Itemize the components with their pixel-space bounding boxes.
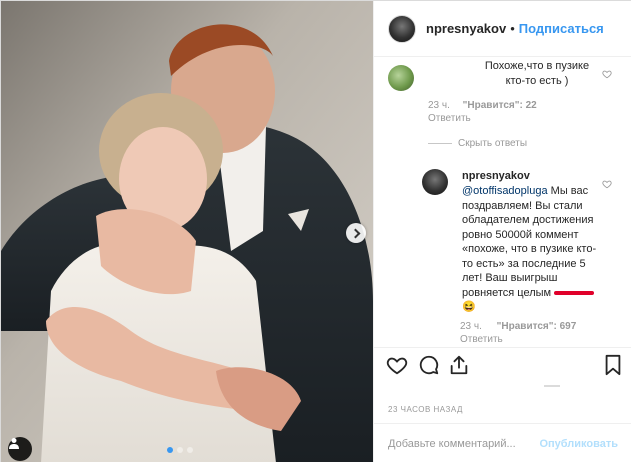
carousel-next-button[interactable] xyxy=(346,223,366,243)
tag-user-icon xyxy=(9,438,19,449)
reply-time: 23 ч. xyxy=(460,321,482,332)
carousel-dots xyxy=(167,447,193,453)
publish-button[interactable]: Опубликовать xyxy=(539,438,618,450)
reply-likes[interactable]: "Нравится": 697 xyxy=(497,321,577,332)
comments-list[interactable]: Похоже,что в пузике кто-то есть ) 23 ч. … xyxy=(374,57,631,347)
comment-meta: 23 ч. "Нравится": 22 xyxy=(428,100,537,111)
reply-text: @otoffisadopluga Мы вас поздравляем! Вы … xyxy=(462,184,602,315)
hide-replies-button[interactable]: Скрыть ответы xyxy=(458,138,527,149)
comment-text-line: Похоже,что в пузике кто-то есть ) xyxy=(484,60,590,87)
redaction-mark xyxy=(554,290,595,295)
likes-placeholder-line xyxy=(544,385,560,387)
author-username[interactable]: npresnyakov xyxy=(426,21,506,36)
mention-link[interactable]: @otoffisadopluga xyxy=(462,185,548,197)
tagged-users-button[interactable] xyxy=(8,437,32,461)
comment-icon[interactable] xyxy=(418,354,440,376)
comment-input[interactable] xyxy=(388,437,538,450)
post-time[interactable]: 23 ЧАСОВ НАЗАД xyxy=(388,405,463,414)
carousel-dot xyxy=(177,447,183,453)
comment-time: 23 ч. xyxy=(428,100,450,111)
bookmark-icon[interactable] xyxy=(602,354,624,376)
carousel-dot xyxy=(187,447,193,453)
author-avatar[interactable] xyxy=(388,14,416,43)
action-bar xyxy=(374,347,631,381)
hide-replies-line xyxy=(428,143,452,144)
post-sidebar: npresnyakov • Подписаться Похоже,что в п… xyxy=(373,1,631,462)
commenter-avatar[interactable] xyxy=(388,65,414,91)
reply-button[interactable]: Ответить xyxy=(428,113,471,124)
heart-icon[interactable] xyxy=(386,354,408,376)
comment-like-heart-icon[interactable] xyxy=(602,69,612,79)
instagram-post: npresnyakov • Подписаться Похоже,что в п… xyxy=(0,0,631,462)
post-header: npresnyakov • Подписаться xyxy=(374,1,631,57)
reply-reply-button[interactable]: Ответить xyxy=(460,334,503,345)
reply-body: Мы вас поздравляем! Вы стали обладателем… xyxy=(462,185,597,299)
post-photo[interactable] xyxy=(1,1,373,462)
follow-button[interactable]: Подписаться xyxy=(519,21,604,36)
share-icon[interactable] xyxy=(448,354,470,376)
reply-like-heart-icon[interactable] xyxy=(602,179,612,189)
comment-text: Похоже,что в пузике кто-то есть ) xyxy=(422,59,600,89)
reply-author-avatar[interactable] xyxy=(422,169,448,195)
reply-meta: 23 ч. "Нравится": 697 xyxy=(460,321,576,332)
carousel-dot xyxy=(167,447,173,453)
reply-author-username[interactable]: npresnyakov xyxy=(462,170,530,182)
header-separator: • xyxy=(510,21,515,36)
add-comment-section: Опубликовать xyxy=(374,423,631,462)
photo-illustration xyxy=(1,1,373,462)
laughing-emoji: 😆 xyxy=(462,301,476,313)
comment-likes[interactable]: "Нравится": 22 xyxy=(463,100,537,111)
